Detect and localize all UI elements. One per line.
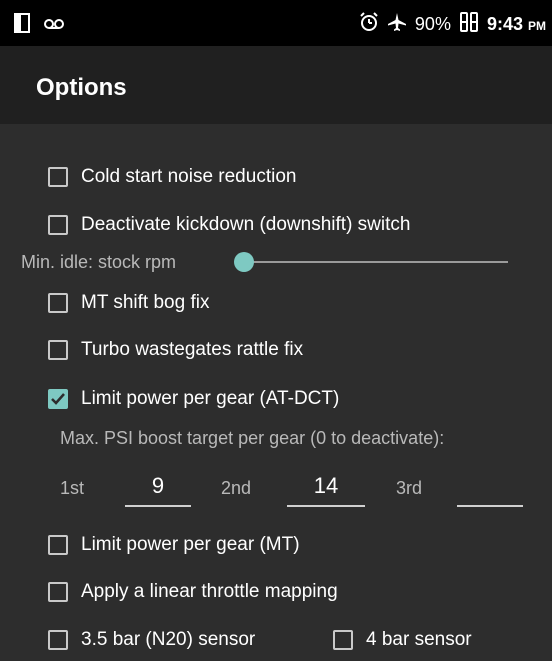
option-mt-shift-bog[interactable]: MT shift bog fix <box>48 292 209 314</box>
option-label: MT shift bog fix <box>81 292 210 313</box>
airplane-icon <box>387 12 407 37</box>
min-idle-label: Min. idle: stock rpm <box>21 252 177 272</box>
status-bar: 90% 9:43 PM <box>0 0 552 46</box>
clock: 9:43 PM <box>487 14 546 35</box>
option-limit-mt[interactable]: Limit power per gear (MT) <box>48 534 300 556</box>
screen-icon <box>14 13 30 38</box>
gear-label-3rd: 3rd <box>396 478 423 498</box>
check-icon <box>51 393 65 405</box>
clock-ampm: PM <box>528 19 546 33</box>
battery-percent: 90% <box>414 14 451 34</box>
options-list: Cold start noise reduction Deactivate ki… <box>0 124 552 661</box>
option-label: 4 bar sensor <box>366 629 472 650</box>
checkbox[interactable] <box>48 293 68 313</box>
checkbox[interactable] <box>48 340 68 360</box>
option-label: Apply a linear throttle mapping <box>81 581 338 602</box>
checkbox[interactable] <box>48 582 68 602</box>
checkbox[interactable] <box>48 535 68 555</box>
option-4-bar-sensor[interactable]: 4 bar sensor <box>333 629 472 651</box>
option-kickdown[interactable]: Deactivate kickdown (downshift) switch <box>48 214 410 236</box>
gear-input-1st[interactable]: 9 <box>125 471 191 507</box>
option-label: Limit power per gear (AT-DCT) <box>81 388 340 409</box>
checkbox[interactable] <box>48 167 68 187</box>
checkbox[interactable] <box>48 630 68 650</box>
status-right: 90% 9:43 PM <box>359 12 546 37</box>
battery-icon <box>459 12 479 37</box>
option-label: 3.5 bar (N20) sensor <box>81 629 256 650</box>
gear-input-3rd[interactable] <box>457 471 523 507</box>
min-idle-slider-track[interactable] <box>236 261 508 263</box>
checkbox[interactable] <box>48 215 68 235</box>
boost-hint: Max. PSI boost target per gear (0 to dea… <box>60 428 445 448</box>
gear-label-1st: 1st <box>60 478 85 498</box>
option-cold-start[interactable]: Cold start noise reduction <box>48 166 296 188</box>
gear-label-2nd: 2nd <box>221 478 252 498</box>
checkbox[interactable] <box>333 630 353 650</box>
alarm-icon <box>359 12 379 37</box>
option-linear-throttle[interactable]: Apply a linear throttle mapping <box>48 581 338 603</box>
status-left <box>14 13 64 38</box>
clock-time: 9:43 <box>486 14 523 34</box>
option-label: Turbo wastegates rattle fix <box>81 339 304 360</box>
option-label: Deactivate kickdown (downshift) switch <box>81 214 411 235</box>
option-label: Cold start noise reduction <box>81 166 297 187</box>
gear-input-2nd[interactable]: 14 <box>287 471 365 507</box>
option-wastegate[interactable]: Turbo wastegates rattle fix <box>48 339 303 361</box>
voicemail-icon <box>44 17 64 35</box>
option-35-bar-sensor[interactable]: 3.5 bar (N20) sensor <box>48 629 255 651</box>
option-label: Limit power per gear (MT) <box>81 534 300 555</box>
option-limit-at-dct[interactable]: Limit power per gear (AT-DCT) <box>48 388 339 410</box>
checkbox-checked[interactable] <box>48 389 68 409</box>
page-title: Options <box>36 74 127 101</box>
app-bar: Options <box>0 46 552 124</box>
min-idle-slider-thumb[interactable] <box>234 252 254 272</box>
